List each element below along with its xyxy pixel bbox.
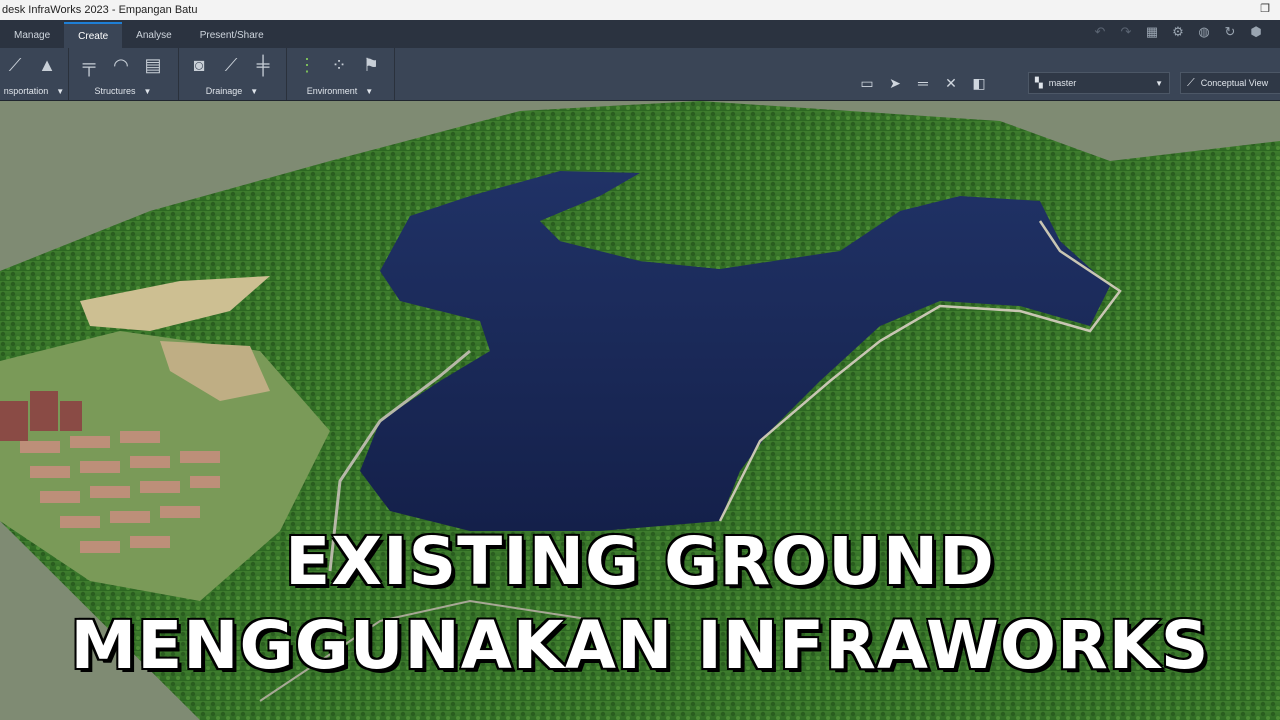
caret-down-icon: ▼	[365, 87, 374, 96]
present-icon[interactable]: ▭	[858, 74, 876, 92]
ribbon-panel-structures: ╤ ◠ ▤ Structures ▼	[68, 48, 179, 100]
quick-access-icons: ↶ ↷ ▦ ⚙ ◍ ↻ ⬢	[1092, 24, 1264, 40]
ribbon-panel-drainage: ◙ ⟋ ╪ Drainage ▼	[178, 48, 287, 100]
grid-icon[interactable]: ▦	[1144, 24, 1160, 40]
panel-label-environment[interactable]: Environment ▼	[286, 86, 394, 96]
bridge-icon[interactable]: ╤	[78, 54, 100, 76]
proposal-value: master	[1048, 78, 1077, 88]
overlay-headline-line2: MENGGUNAKAN INFRAWORKS	[69, 606, 1210, 686]
title-bar: desk InfraWorks 2023 - Empangan Batu ❐	[0, 0, 1280, 20]
selection-tools: ▭ ➤ ═ ✕ ◧	[858, 74, 988, 92]
window-title: desk InfraWorks 2023 - Empangan Batu	[2, 4, 198, 16]
measure-icon[interactable]: ═	[914, 74, 932, 92]
caret-down-icon: ▼	[56, 87, 65, 96]
ribbon-tab-bar: Manage Create Analyse Present/Share ↶ ↷ …	[0, 20, 1280, 48]
city-furniture-icon[interactable]: ⁘	[328, 54, 350, 76]
chevron-down-icon: ▼	[1155, 78, 1163, 88]
tab-analyse[interactable]: Analyse	[122, 22, 186, 48]
caret-down-icon: ▼	[250, 87, 259, 96]
panel-label-structures[interactable]: Structures ▼	[68, 86, 178, 96]
traffic-light-icon[interactable]: ⋮	[296, 54, 318, 76]
undo-icon[interactable]: ↶	[1092, 24, 1108, 40]
tools-icon[interactable]: ✕	[942, 74, 960, 92]
component-road-icon[interactable]: ▲	[36, 54, 58, 76]
overlay-headline-line1: EXISTING GROUND	[284, 522, 996, 602]
tab-present-share[interactable]: Present/Share	[186, 22, 278, 48]
restore-window-icon[interactable]: ❐	[1258, 2, 1272, 16]
ribbon: ⟋ ▲ nsportation ▼ ╤ ◠ ▤ Structures ▼ ◙ ⟋ ╪…	[0, 48, 1280, 101]
tab-create[interactable]: Create	[64, 22, 123, 48]
proposal-dropdown[interactable]: ▚ master ▼	[1028, 72, 1170, 94]
ribbon-panel-transportation: ⟋ ▲ nsportation ▼	[0, 48, 69, 100]
visual-style-value: Conceptual View	[1200, 78, 1269, 88]
point-of-interest-icon[interactable]: ⚑	[360, 54, 382, 76]
cube-icon[interactable]: ⬢	[1248, 24, 1264, 40]
pipe-icon[interactable]: ⟋	[220, 54, 242, 76]
panel-label-drainage[interactable]: Drainage ▼	[178, 86, 286, 96]
visual-style-dropdown[interactable]: ⟋ Conceptual View	[1180, 72, 1280, 94]
globe-icon[interactable]: ◍	[1196, 24, 1212, 40]
proposal-icon: ▚	[1035, 77, 1043, 89]
tunnel-icon[interactable]: ◠	[110, 54, 132, 76]
visual-style-icon: ⟋	[1187, 76, 1195, 89]
panel-label-transportation[interactable]: nsportation ▼	[0, 86, 68, 96]
settings-gear-icon[interactable]: ⚙	[1170, 24, 1186, 40]
caret-down-icon: ▼	[143, 87, 152, 96]
select-pointer-icon[interactable]: ➤	[886, 74, 904, 92]
ribbon-panel-environment: ⋮ ⁘ ⚑ Environment ▼	[286, 48, 395, 100]
pipe-connector-icon[interactable]: ╪	[252, 54, 274, 76]
redo-icon[interactable]: ↷	[1118, 24, 1134, 40]
road-icon[interactable]: ⟋	[4, 54, 26, 76]
panel-toggle-icon[interactable]: ◧	[970, 74, 988, 92]
tab-manage[interactable]: Manage	[0, 22, 64, 48]
3d-viewport[interactable]: EXISTING GROUND MENGGUNAKAN INFRAWORKS	[0, 101, 1280, 720]
building-icon[interactable]: ▤	[142, 54, 164, 76]
culvert-icon[interactable]: ◙	[188, 54, 210, 76]
refresh-icon[interactable]: ↻	[1222, 24, 1238, 40]
